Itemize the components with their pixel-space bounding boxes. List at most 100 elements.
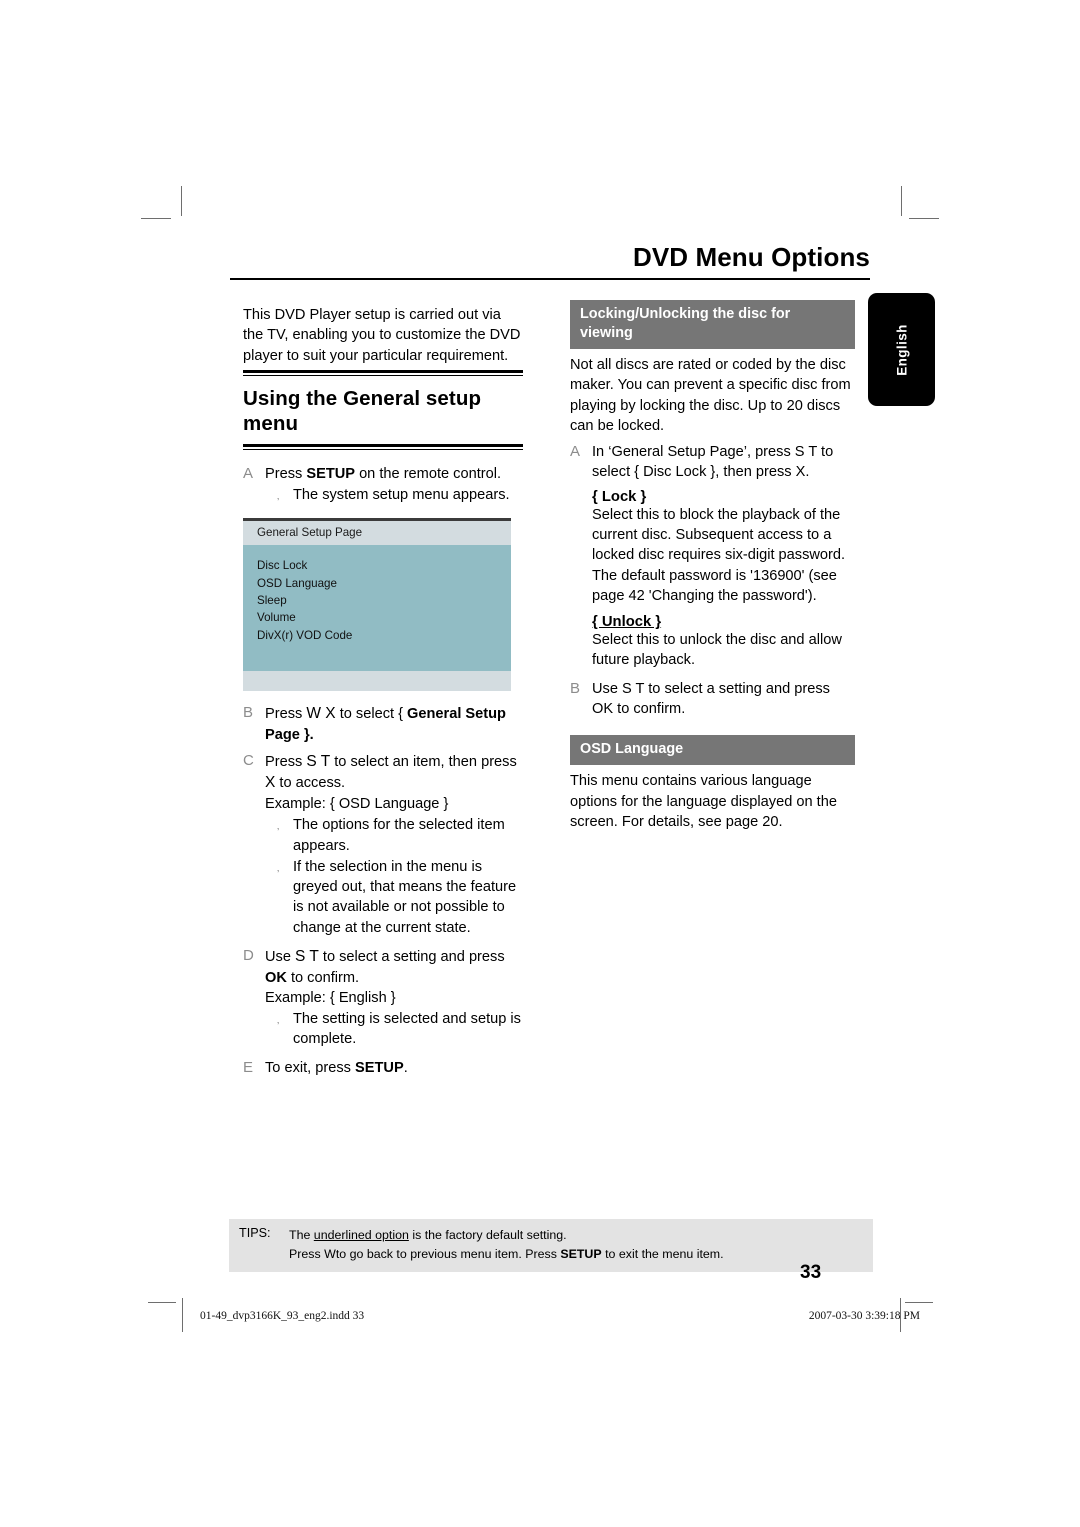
page-number: 33 — [800, 1262, 822, 1283]
unlock-option-block: { Unlock } Select this to unlock the dis… — [570, 614, 855, 671]
lock-option-text: Select this to block the playback of the… — [592, 506, 846, 604]
footer-filename: 01-49_dvp3166K_93_eng2.indd 33 — [200, 1310, 365, 1322]
lock-option-block: { Lock } Select this to block the playba… — [570, 489, 855, 606]
step-e-key-setup: SETUP — [355, 1059, 404, 1076]
step-a-key-setup: SETUP — [306, 465, 356, 482]
step-c-bullet-2: ‚ If the selection in the menu is greyed… — [265, 857, 523, 938]
step-e-text-1: To exit, press — [265, 1059, 356, 1076]
unlock-option-title: { Unlock } — [592, 614, 662, 631]
step-d-bullet-text: The setting is selected and setup is com… — [293, 1011, 521, 1048]
left-column: This DVD Player setup is carried out via… — [243, 305, 523, 1080]
unlock-option-text: Select this to unlock the disc and allow… — [592, 632, 842, 669]
step-a-text-1: Press — [265, 465, 307, 482]
section-rule-top — [243, 369, 523, 376]
tips-lines: The underlined option is the factory def… — [289, 1226, 863, 1263]
section-heading: Using the General setup menu — [243, 386, 482, 435]
step-c-example-text: Example: { OSD Language } — [265, 796, 449, 812]
step-c-letter: C — [243, 751, 254, 769]
step-d-letter: D — [243, 946, 254, 964]
lock-step-b: B Use S T to select a setting and press … — [570, 679, 855, 720]
step-d-example: Example: { English } — [265, 988, 523, 1008]
step-d-text-1: Use — [265, 948, 296, 965]
section-rule-bottom — [243, 443, 523, 450]
page-title: DVD Menu Options — [632, 242, 870, 272]
nav-up-down-icon: S T — [306, 752, 331, 770]
crop-mark-top-right-h — [909, 218, 939, 219]
lock-step-b-body: Use S T to select a setting and press OK… — [592, 680, 830, 717]
step-a-text-2: on the remote control. — [355, 465, 502, 482]
step-d-text-2: to select a setting and press — [318, 948, 505, 965]
setup-screen-items: Disc Lock OSD Language Sleep Volume DivX… — [243, 545, 511, 672]
step-a-bullet-text: The system setup menu appears. — [293, 487, 510, 504]
tips-line-2-mid: to go back to previous menu item. Press — [335, 1246, 561, 1261]
language-tab-label: English — [894, 323, 909, 376]
step-a: A Press SETUP on the remote control. ‚ T… — [243, 464, 523, 509]
step-d-bullet: ‚ The setting is selected and setup is c… — [265, 1009, 523, 1050]
setup-item-disc-lock: Disc Lock — [257, 559, 308, 573]
step-c-text-1: Press — [265, 753, 307, 770]
lock-section-intro: Not all discs are rated or coded by the … — [570, 357, 851, 434]
step-a-body: Press SETUP on the remote control. ‚ The… — [265, 464, 523, 509]
tips-line-2: Press Wto go back to previous menu item.… — [289, 1245, 863, 1264]
nav-right-icon: X — [265, 774, 276, 792]
step-c-bullet-1-text: The options for the selected item appear… — [293, 817, 505, 854]
step-e: E To exit, press SETUP. — [243, 1058, 523, 1079]
setup-item-volume: Volume — [257, 611, 296, 625]
setup-item-sleep: Sleep — [257, 593, 287, 607]
lock-step-b-letter: B — [570, 679, 581, 697]
step-a-letter: A — [243, 464, 254, 482]
step-b-body: Press W X to select { General Setup Page… — [265, 703, 523, 745]
language-tab: English — [868, 293, 935, 406]
step-d-example-text: Example: { English } — [265, 989, 396, 1006]
step-d-key-ok: OK — [265, 969, 287, 986]
intro-paragraph: This DVD Player setup is carried out via… — [243, 307, 521, 364]
setup-screen-title: General Setup Page — [243, 521, 511, 546]
step-b-letter: B — [243, 704, 254, 722]
step-c-body: Press S T to select an item, then press … — [265, 751, 523, 938]
tips-line-2-key-setup: SETUP — [560, 1246, 602, 1261]
step-b-text-2: to select { — [335, 706, 408, 723]
tips-line-1-pre: The — [289, 1228, 314, 1242]
crop-mark-top-left-h — [141, 218, 171, 219]
nav-left-right-icon: W X — [306, 705, 336, 723]
step-d-text-3: to confirm. — [286, 969, 360, 986]
setup-item-osd-language: OSD Language — [257, 576, 337, 590]
step-e-letter: E — [243, 1058, 254, 1076]
step-c-bullet-1: ‚ The options for the selected item appe… — [265, 815, 523, 856]
tips-line-2-post: to exit the menu item. — [601, 1246, 724, 1261]
step-c-text-2: to select an item, then press — [330, 753, 517, 770]
tips-box: TIPS: The underlined option is the facto… — [229, 1219, 873, 1273]
lock-step-a: A In ‘General Setup Page’, press S T to … — [570, 442, 855, 483]
page-header: DVD Menu Options — [230, 243, 870, 280]
tips-line-2-pre: Press W — [289, 1246, 336, 1261]
osd-section-bar: OSD Language — [570, 735, 855, 766]
footer-timestamp: 2007-03-30 3:39:18 PM — [808, 1310, 920, 1322]
tips-line-1-underlined: underlined option — [313, 1228, 409, 1242]
nav-up-down-icon: S T — [295, 947, 319, 965]
lock-section-bar: Locking/Unlocking the disc for viewing — [570, 300, 855, 350]
bullet-marker-icon: ‚ — [277, 491, 280, 503]
bullet-marker-icon: ‚ — [277, 1015, 280, 1027]
crop-mark-bottom-left-h — [148, 1302, 176, 1303]
step-c-example: Example: { OSD Language } — [265, 794, 523, 814]
step-b-text-3: }. — [299, 726, 314, 743]
step-d-body: Use S T to select a setting and press OK… — [265, 946, 523, 1050]
step-b-text-1: Press — [265, 706, 307, 723]
title-divider — [230, 277, 870, 280]
tips-label: TIPS: — [239, 1226, 271, 1240]
setup-screen-footer-band — [243, 671, 511, 692]
bullet-marker-icon: ‚ — [277, 862, 280, 874]
step-c: C Press S T to select an item, then pres… — [243, 751, 523, 938]
step-e-text-2: . — [403, 1059, 408, 1076]
crop-mark-bottom-left-v — [182, 1298, 183, 1332]
tips-line-1-post: is the factory default setting. — [408, 1228, 567, 1242]
manual-page: DVD Menu Options English This DVD Player… — [0, 0, 1080, 1527]
crop-mark-top-left — [181, 186, 182, 216]
crop-mark-top-right — [901, 186, 902, 216]
crop-mark-bottom-right-h — [905, 1302, 933, 1303]
setup-item-divx-vod-code: DivX(r) VOD Code — [257, 628, 353, 642]
setup-screen-figure: General Setup Page Disc Lock OSD Languag… — [243, 518, 511, 692]
tips-line-1: The underlined option is the factory def… — [289, 1226, 863, 1245]
osd-section-text: This menu contains various language opti… — [570, 773, 837, 830]
step-a-bullet: ‚ The system setup menu appears. — [265, 485, 523, 509]
